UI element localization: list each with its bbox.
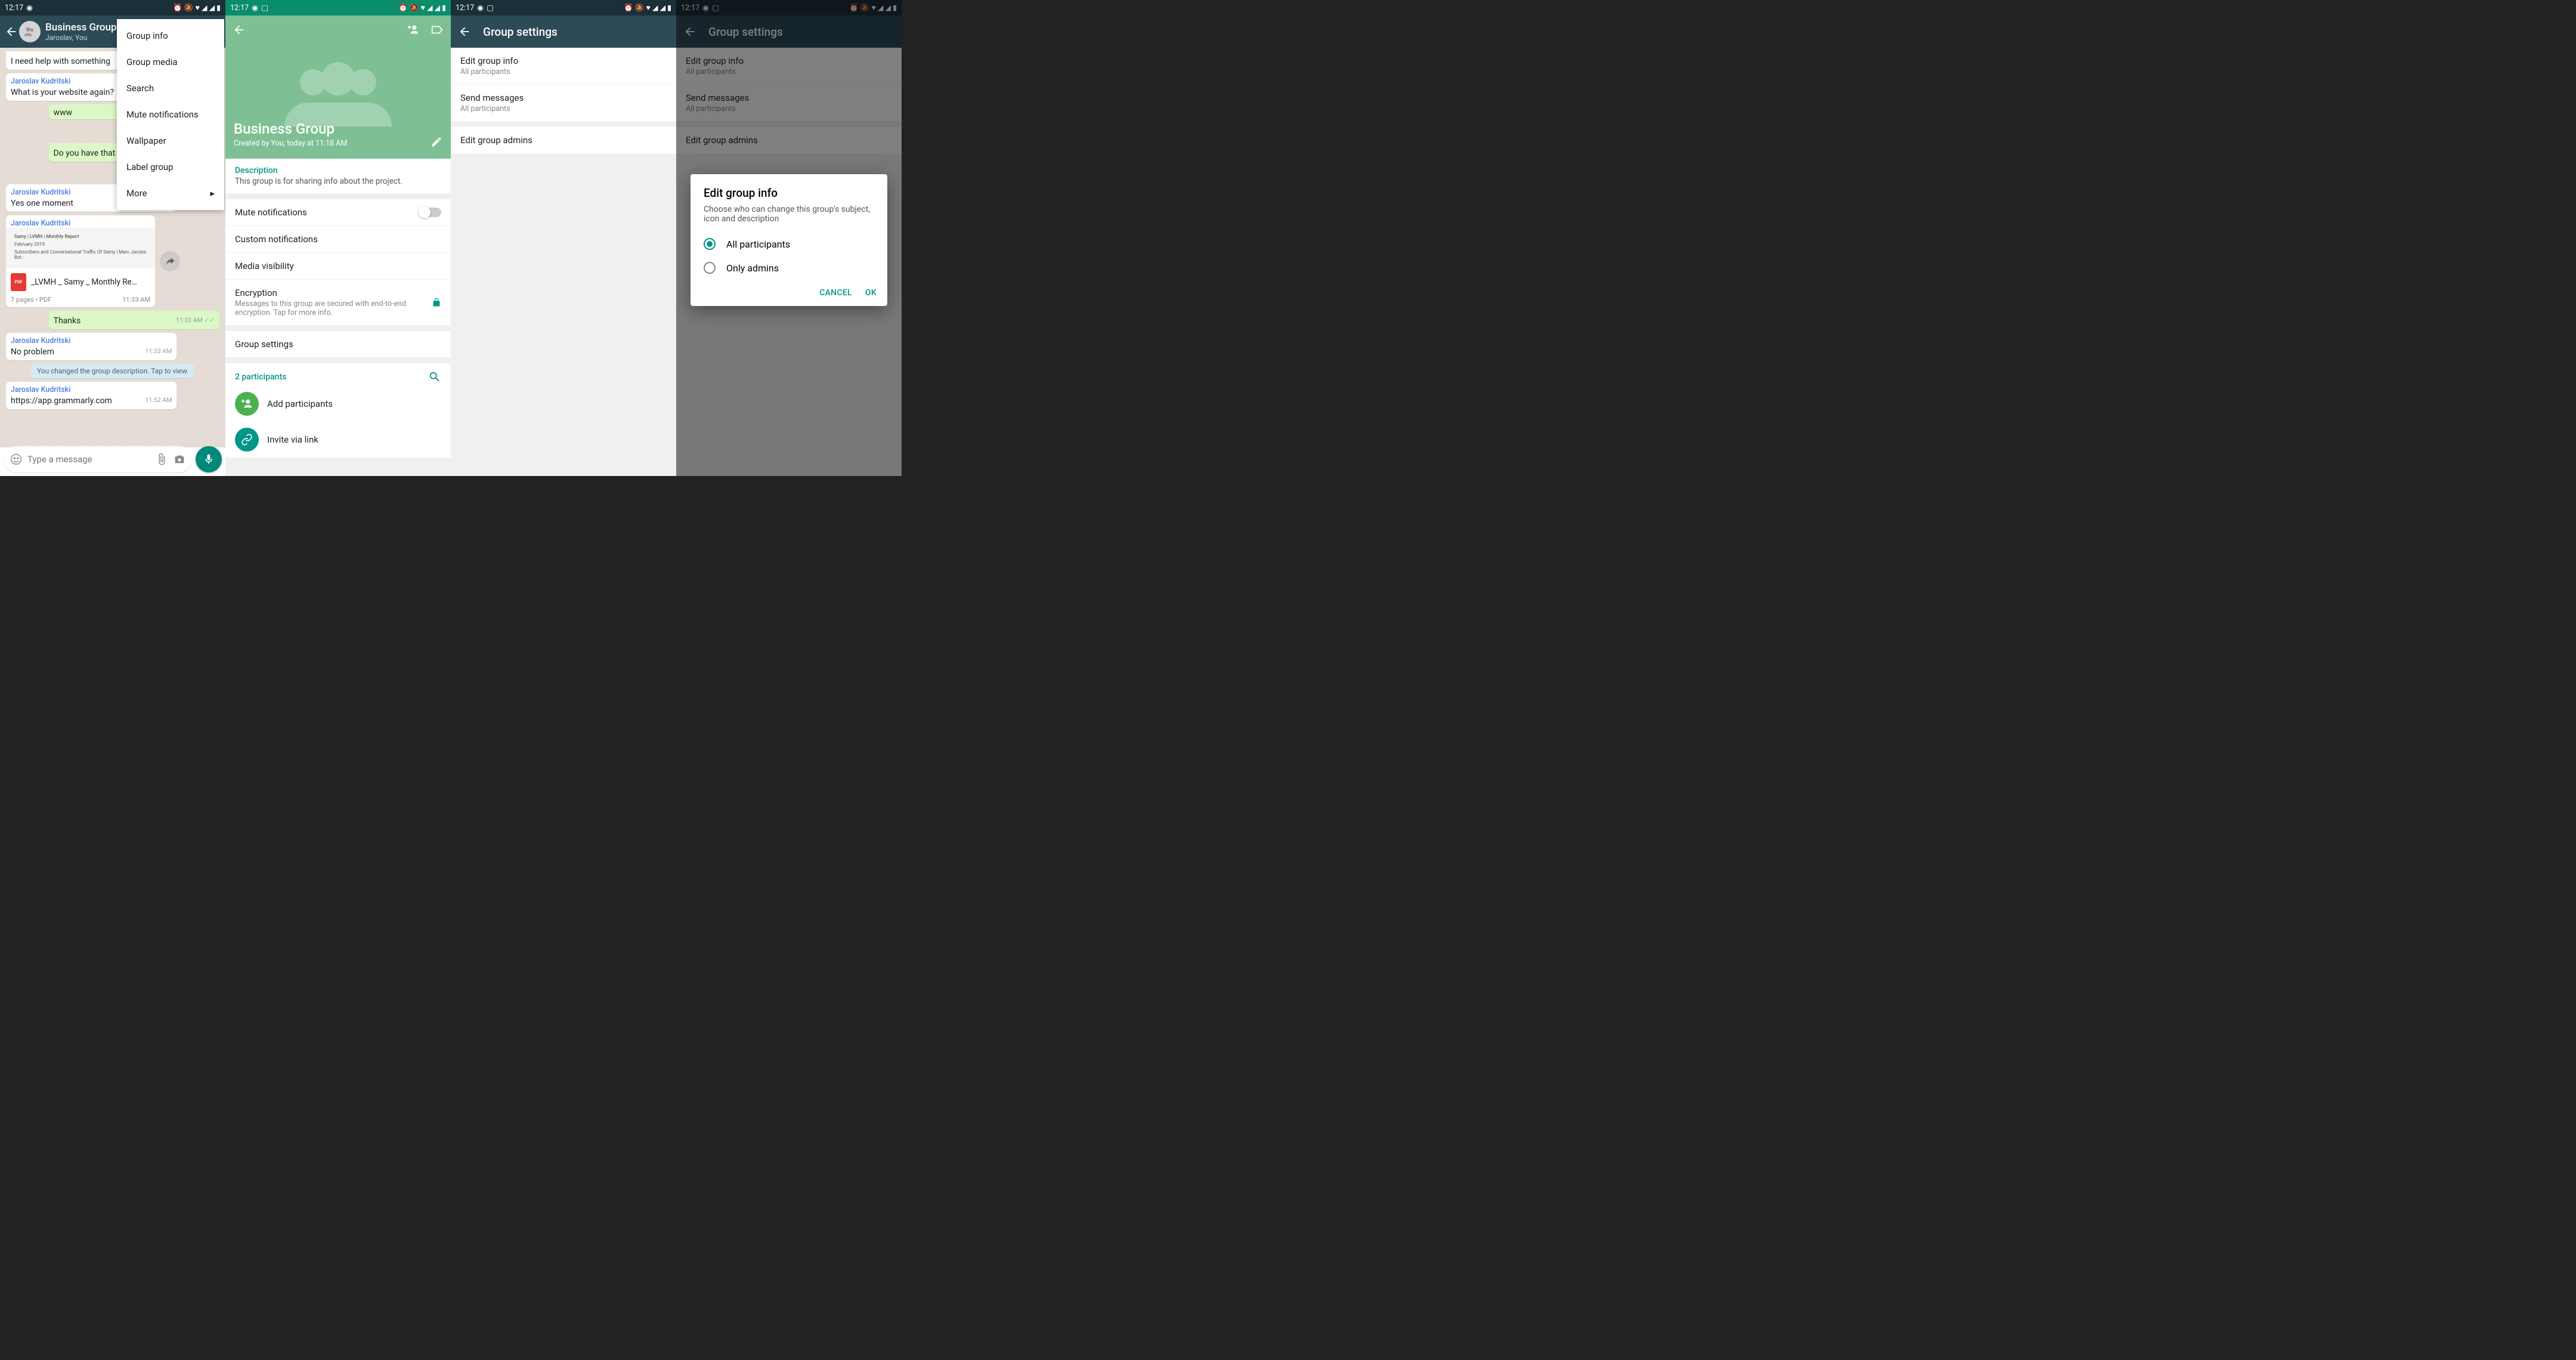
add-participant-icon[interactable] xyxy=(407,23,420,36)
edit-group-info-dialog: Edit group info Choose who can change th… xyxy=(691,174,887,306)
radio-only-admins[interactable]: Only admins xyxy=(691,256,887,280)
menu-mute[interactable]: Mute notifications xyxy=(117,101,224,128)
status-bar: 12:17◉▢ ⏰🔕♥◢◢▮ xyxy=(225,0,451,16)
back-icon[interactable] xyxy=(5,25,18,38)
radio-icon xyxy=(704,238,716,250)
link-icon xyxy=(235,428,259,452)
group-settings-row[interactable]: Group settings xyxy=(225,331,451,357)
label-icon[interactable] xyxy=(431,23,444,36)
custom-notif-row[interactable]: Custom notifications xyxy=(225,226,451,253)
group-name: Business Group xyxy=(234,120,347,137)
chat-subtitle: Jaroslav, You xyxy=(45,33,117,42)
radio-icon xyxy=(704,262,716,274)
search-icon[interactable] xyxy=(428,370,441,384)
invite-link-row[interactable]: Invite via link xyxy=(225,422,451,458)
lock-icon xyxy=(432,298,441,307)
forward-button[interactable] xyxy=(160,251,180,271)
participants-count: 2 participants xyxy=(235,372,286,382)
menu-label[interactable]: Label group xyxy=(117,154,224,180)
chat-title: Business Group xyxy=(45,21,117,33)
status-bar: 12:17◉▢ ⏰🔕♥◢◢▮ xyxy=(451,0,676,16)
ok-button[interactable]: OK xyxy=(865,288,877,298)
document-preview: Samy | LVMH | Monthly Report February 20… xyxy=(6,228,155,268)
menu-group-media[interactable]: Group media xyxy=(117,49,224,75)
document-message[interactable]: Jaroslav Kudritski Samy | LVMH | Monthly… xyxy=(6,215,155,307)
camera-icon[interactable] xyxy=(173,453,186,466)
message-input[interactable] xyxy=(27,454,150,465)
back-icon[interactable] xyxy=(233,23,246,36)
edit-group-info-row[interactable]: Edit group info All participants xyxy=(451,48,676,85)
mic-button[interactable] xyxy=(196,446,222,472)
edit-icon[interactable] xyxy=(431,136,442,148)
encryption-row[interactable]: Encryption Messages to this group are se… xyxy=(225,280,451,325)
status-icons: ⏰🔕♥◢◢▮ xyxy=(173,3,221,13)
chevron-right-icon: ▸ xyxy=(210,188,215,199)
back-icon[interactable] xyxy=(458,25,471,38)
menu-wallpaper[interactable]: Wallpaper xyxy=(117,128,224,154)
dialog-explain: Choose who can change this group's subje… xyxy=(691,205,887,232)
whatsapp-icon: ◉ xyxy=(26,3,33,13)
settings-header: Group settings xyxy=(451,16,676,48)
pdf-icon: PDF xyxy=(11,273,26,291)
status-time: 12:17 xyxy=(5,4,23,13)
group-avatar[interactable] xyxy=(19,21,41,42)
media-visibility-row[interactable]: Media visibility xyxy=(225,253,451,280)
group-created: Created by You, today at 11:18 AM xyxy=(234,139,347,148)
edit-admins-row[interactable]: Edit group admins xyxy=(451,127,676,154)
menu-group-info[interactable]: Group info xyxy=(117,23,224,49)
msg-out[interactable]: Thanks 11:33 AM ✓✓ xyxy=(49,311,219,329)
description-section[interactable]: Description This group is for sharing in… xyxy=(225,159,451,193)
mute-toggle[interactable] xyxy=(420,208,441,217)
msg-in[interactable]: Jaroslav Kudritski No problem 11:33 AM xyxy=(6,333,177,360)
overflow-menu: Group info Group media Search Mute notif… xyxy=(117,19,224,210)
group-header: Business Group Created by You, today at … xyxy=(225,16,451,159)
send-messages-row[interactable]: Send messages All participants xyxy=(451,85,676,121)
add-person-icon xyxy=(235,392,259,416)
msg-in[interactable]: Jaroslav Kudritski https://app.grammarly… xyxy=(6,382,177,409)
radio-all-participants[interactable]: All participants xyxy=(691,232,887,256)
status-bar: 12:17 ◉ ⏰🔕♥◢◢▮ xyxy=(0,0,225,16)
mute-row[interactable]: Mute notifications xyxy=(225,199,451,226)
emoji-icon[interactable] xyxy=(10,453,23,466)
add-participants-row[interactable]: Add participants xyxy=(225,386,451,422)
menu-more[interactable]: More▸ xyxy=(117,180,224,206)
menu-search[interactable]: Search xyxy=(117,75,224,101)
cancel-button[interactable]: CANCEL xyxy=(819,288,852,298)
dialog-title: Edit group info xyxy=(691,186,887,205)
input-bar xyxy=(0,445,225,474)
attach-icon[interactable] xyxy=(155,453,168,466)
